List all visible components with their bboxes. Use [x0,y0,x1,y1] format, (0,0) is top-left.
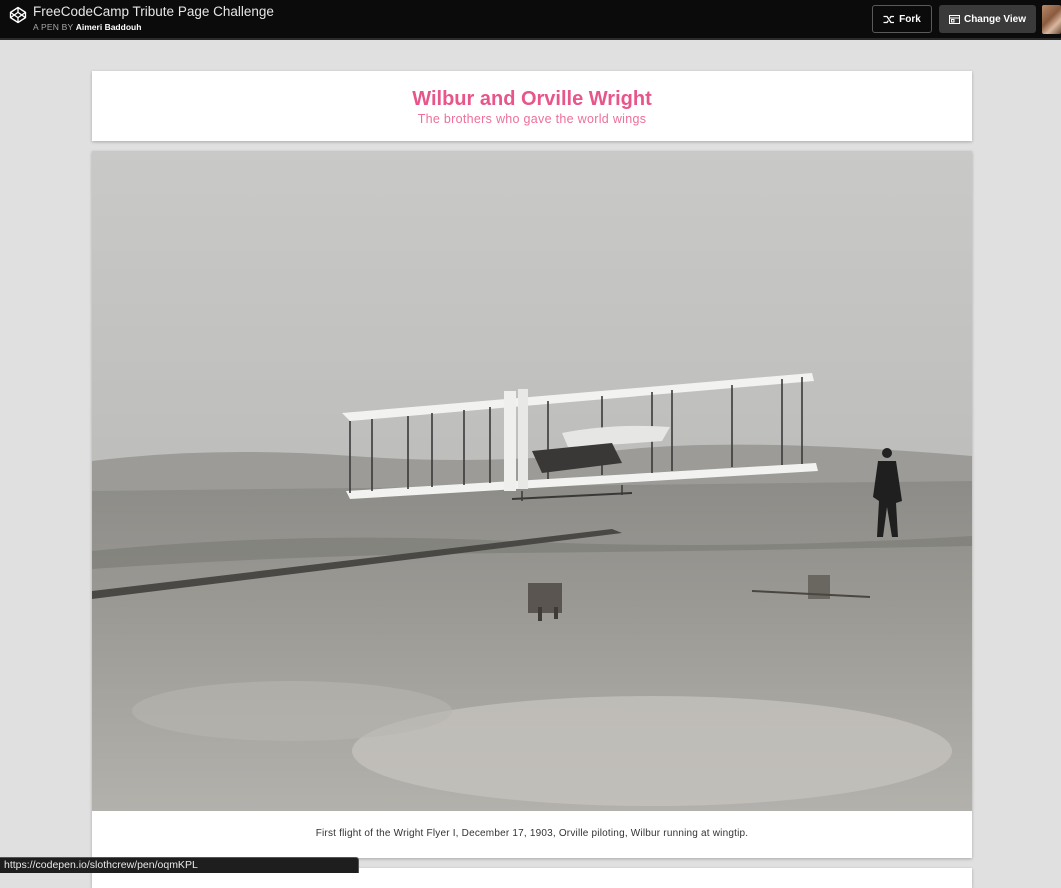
fork-button[interactable]: Fork [872,5,932,33]
tribute-header-card: Wilbur and Orville Wright The brothers w… [92,71,972,141]
fork-label: Fork [899,13,921,25]
change-view-button[interactable]: Change View [939,5,1036,33]
user-avatar[interactable] [1042,5,1061,34]
tribute-subtitle: The brothers who gave the world wings [417,112,647,126]
change-view-label: Change View [963,13,1027,25]
fork-icon [883,15,895,23]
byline-prefix: A PEN BY [33,22,74,32]
tribute-image-card: First flight of the Wright Flyer I, Dece… [92,151,972,858]
pen-author-link[interactable]: Aimeri Baddouh [76,22,142,32]
wright-flyer-photo [92,151,972,811]
pen-title[interactable]: FreeCodeCamp Tribute Page Challenge [33,4,274,19]
image-caption: First flight of the Wright Flyer I, Dece… [315,828,749,839]
codepen-header: FreeCodeCamp Tribute Page Challenge A PE… [0,0,1061,40]
codepen-logo-icon[interactable] [9,6,27,24]
layout-icon [948,14,960,24]
tribute-title: Wilbur and Orville Wright [412,88,652,110]
link-status-url: https://codepen.io/slothcrew/pen/oqmKPL [0,857,359,873]
pen-byline: A PEN BY Aimeri Baddouh [33,22,141,32]
